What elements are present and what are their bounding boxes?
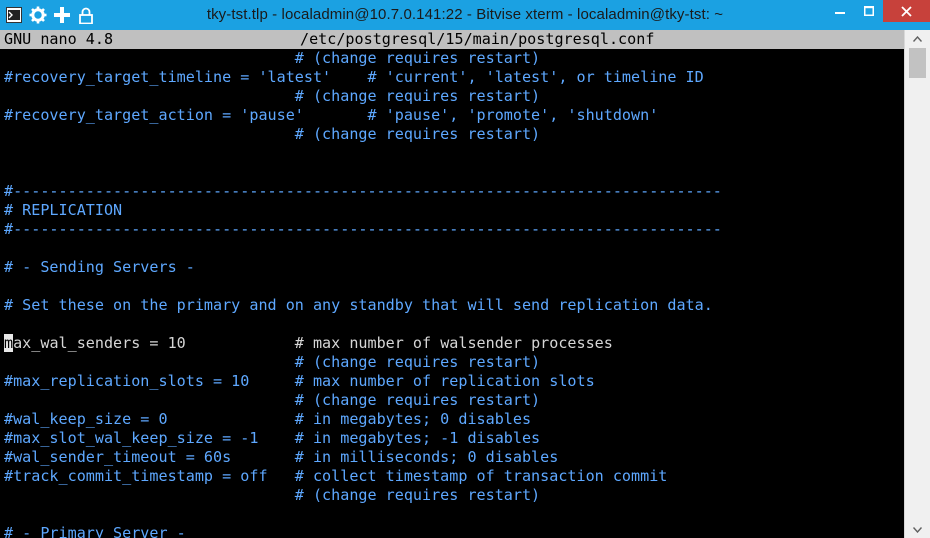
nano-version: GNU nano 4.8 — [4, 30, 114, 48]
editor-line: # (change requires restart) — [4, 125, 541, 143]
editor-buffer[interactable]: # (change requires restart) #recovery_tar… — [4, 49, 722, 538]
editor-line: #max_replication_slots = 10 # max number… — [4, 372, 595, 390]
window-titlebar[interactable]: tky-tst.tlp - localadmin@10.7.0.141:22 -… — [0, 0, 930, 30]
maximize-icon — [863, 6, 874, 16]
scroll-up-button[interactable] — [905, 30, 930, 47]
text-cursor: m — [4, 334, 14, 352]
editor-line: #recovery_target_action = 'pause' # 'pau… — [4, 106, 659, 124]
terminal-area[interactable]: GNU nano 4.8 /etc/postgresql/15/main/pos… — [0, 30, 904, 538]
editor-line: # Set these on the primary and on any st… — [4, 296, 713, 314]
editor-line: #wal_sender_timeout = 60s # in milliseco… — [4, 448, 559, 466]
minimize-button[interactable] — [825, 0, 854, 22]
editor-line: #wal_keep_size = 0 # in megabytes; 0 dis… — [4, 410, 532, 428]
maximize-button[interactable] — [854, 0, 883, 22]
scroll-down-button[interactable] — [905, 521, 930, 538]
chevron-up-icon — [913, 35, 922, 42]
window-title: tky-tst.tlp - localadmin@10.7.0.141:22 -… — [206, 6, 724, 23]
editor-line: # (change requires restart) — [4, 486, 541, 504]
editor-line: #max_slot_wal_keep_size = -1 # in megaby… — [4, 429, 541, 447]
editor-line: # (change requires restart) — [4, 391, 541, 409]
chevron-down-icon — [913, 526, 922, 533]
editor-line: #track_commit_timestamp = off # collect … — [4, 467, 668, 485]
editor-line: # (change requires restart) — [4, 87, 541, 105]
editor-line: # (change requires restart) — [4, 353, 541, 371]
editor-line: # REPLICATION — [4, 201, 123, 219]
editor-line: #---------------------------------------… — [4, 182, 722, 200]
editor-line: # - Sending Servers - — [4, 258, 195, 276]
nano-header-bar: GNU nano 4.8 /etc/postgresql/15/main/pos… — [0, 30, 904, 49]
editor-line: #recovery_target_timeline = 'latest' # '… — [4, 68, 704, 86]
editor-line: #---------------------------------------… — [4, 220, 722, 238]
vertical-scrollbar[interactable] — [904, 30, 930, 538]
editor-line: max_wal_senders = 10 # max number of wal… — [4, 334, 613, 352]
editor-line: # (change requires restart) — [4, 49, 541, 67]
minimize-icon — [834, 12, 845, 14]
window-controls — [825, 0, 930, 22]
close-icon — [901, 5, 912, 17]
scrollbar-thumb[interactable] — [909, 48, 926, 78]
close-button[interactable] — [883, 0, 930, 22]
nano-filename: /etc/postgresql/15/main/postgresql.conf — [300, 30, 655, 48]
editor-line: # - Primary Server - — [4, 524, 186, 538]
